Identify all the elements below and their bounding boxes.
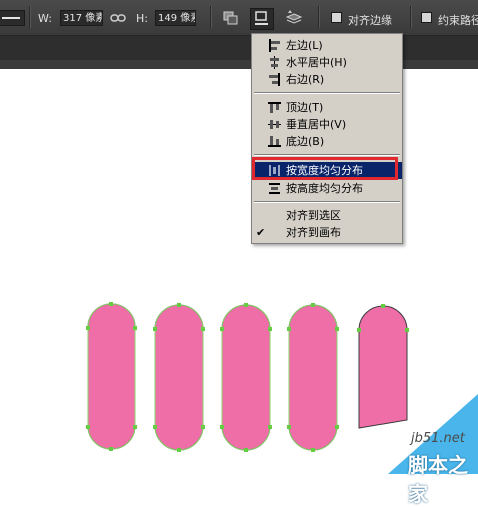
align-center-horizontal-icon [270, 56, 279, 69]
align-bottom-icon [268, 136, 281, 147]
menu-item-align-to-selection[interactable]: 对齐到选区 [252, 207, 402, 224]
checkmark-icon: ✔ [256, 226, 266, 239]
align-right-icon [269, 73, 280, 86]
menu-item-align-center-vertical[interactable]: 垂直居中(V) [252, 116, 402, 133]
path-alignment-menu: 左边(L) 水平居中(H) 右边(R) 顶边(T) 垂直居中(V) 底边(B) … [251, 33, 403, 244]
highlight-outline [252, 157, 398, 180]
menu-separator [254, 154, 400, 156]
watermark-name: 脚本之家 [408, 453, 468, 506]
menu-item-label: 右边(R) [286, 73, 325, 86]
rounded-shape-4[interactable] [288, 304, 338, 451]
watermark-url: jb51.net [411, 431, 465, 446]
menu-item-distribute-height[interactable]: 按高度均匀分布 [252, 180, 402, 197]
menu-item-label: 垂直居中(V) [286, 118, 347, 131]
menu-item-label: 底边(B) [286, 135, 325, 148]
menu-item-align-bottom[interactable]: 底边(B) [252, 133, 402, 150]
align-top-icon [268, 102, 281, 113]
align-center-vertical-icon [268, 120, 281, 129]
menu-item-align-left[interactable]: 左边(L) [252, 37, 402, 54]
menu-item-label: 按高度均匀分布 [286, 182, 363, 195]
menu-item-label: 对齐到选区 [286, 209, 341, 222]
menu-item-label: 水平居中(H) [286, 56, 347, 69]
menu-separator [254, 92, 400, 94]
rounded-shape-2[interactable] [154, 304, 204, 451]
menu-item-label: 顶边(T) [286, 101, 324, 114]
menu-item-label: 左边(L) [286, 39, 323, 52]
menu-item-align-to-canvas[interactable]: ✔ 对齐到画布 [252, 224, 402, 241]
menu-item-label: 对齐到画布 [286, 226, 341, 239]
align-left-icon [269, 39, 280, 52]
menu-item-align-center-horizontal[interactable]: 水平居中(H) [252, 54, 402, 71]
rounded-shape-3[interactable] [221, 304, 271, 451]
rounded-shape-1[interactable] [87, 303, 136, 450]
menu-separator [254, 201, 400, 203]
menu-item-align-right[interactable]: 右边(R) [252, 71, 402, 88]
menu-item-align-top[interactable]: 顶边(T) [252, 99, 402, 116]
distribute-height-icon [269, 183, 280, 194]
